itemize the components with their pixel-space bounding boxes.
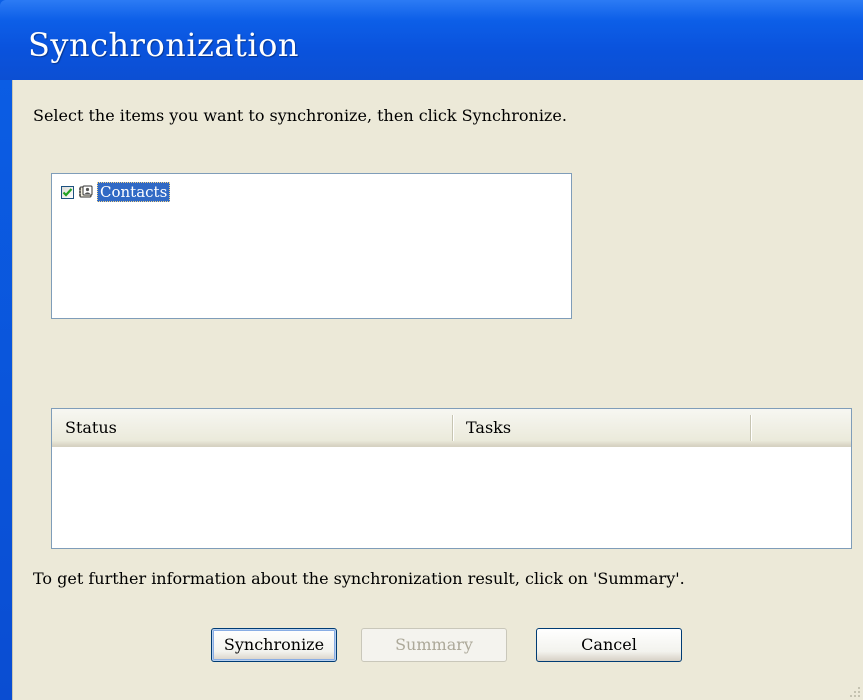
contacts-checkbox[interactable] bbox=[61, 185, 74, 199]
summary-button: Summary bbox=[361, 628, 507, 662]
synchronize-button[interactable]: Synchronize bbox=[211, 628, 337, 662]
contacts-icon bbox=[78, 185, 94, 199]
resize-grip-icon[interactable] bbox=[849, 686, 861, 698]
dialog-body: Select the items you want to synchronize… bbox=[12, 80, 863, 700]
list-item-contacts[interactable]: Contacts bbox=[61, 182, 171, 202]
table-header: Status Tasks bbox=[52, 409, 851, 447]
instruction-text: Select the items you want to synchronize… bbox=[33, 106, 567, 125]
status-table: Status Tasks bbox=[51, 408, 852, 549]
window-title: Synchronization bbox=[28, 26, 299, 64]
info-text: To get further information about the syn… bbox=[33, 569, 685, 588]
sync-items-list[interactable]: Contacts bbox=[51, 173, 572, 319]
checkmark-icon bbox=[62, 187, 73, 197]
title-bar[interactable]: Synchronization bbox=[0, 0, 863, 80]
cancel-button[interactable]: Cancel bbox=[536, 628, 682, 662]
contacts-label[interactable]: Contacts bbox=[97, 182, 171, 202]
column-header-status[interactable]: Status bbox=[52, 409, 452, 447]
synchronization-window: Synchronization Select the items you wan… bbox=[0, 0, 863, 700]
column-header-tasks[interactable]: Tasks bbox=[453, 409, 750, 447]
column-divider[interactable] bbox=[750, 415, 751, 441]
